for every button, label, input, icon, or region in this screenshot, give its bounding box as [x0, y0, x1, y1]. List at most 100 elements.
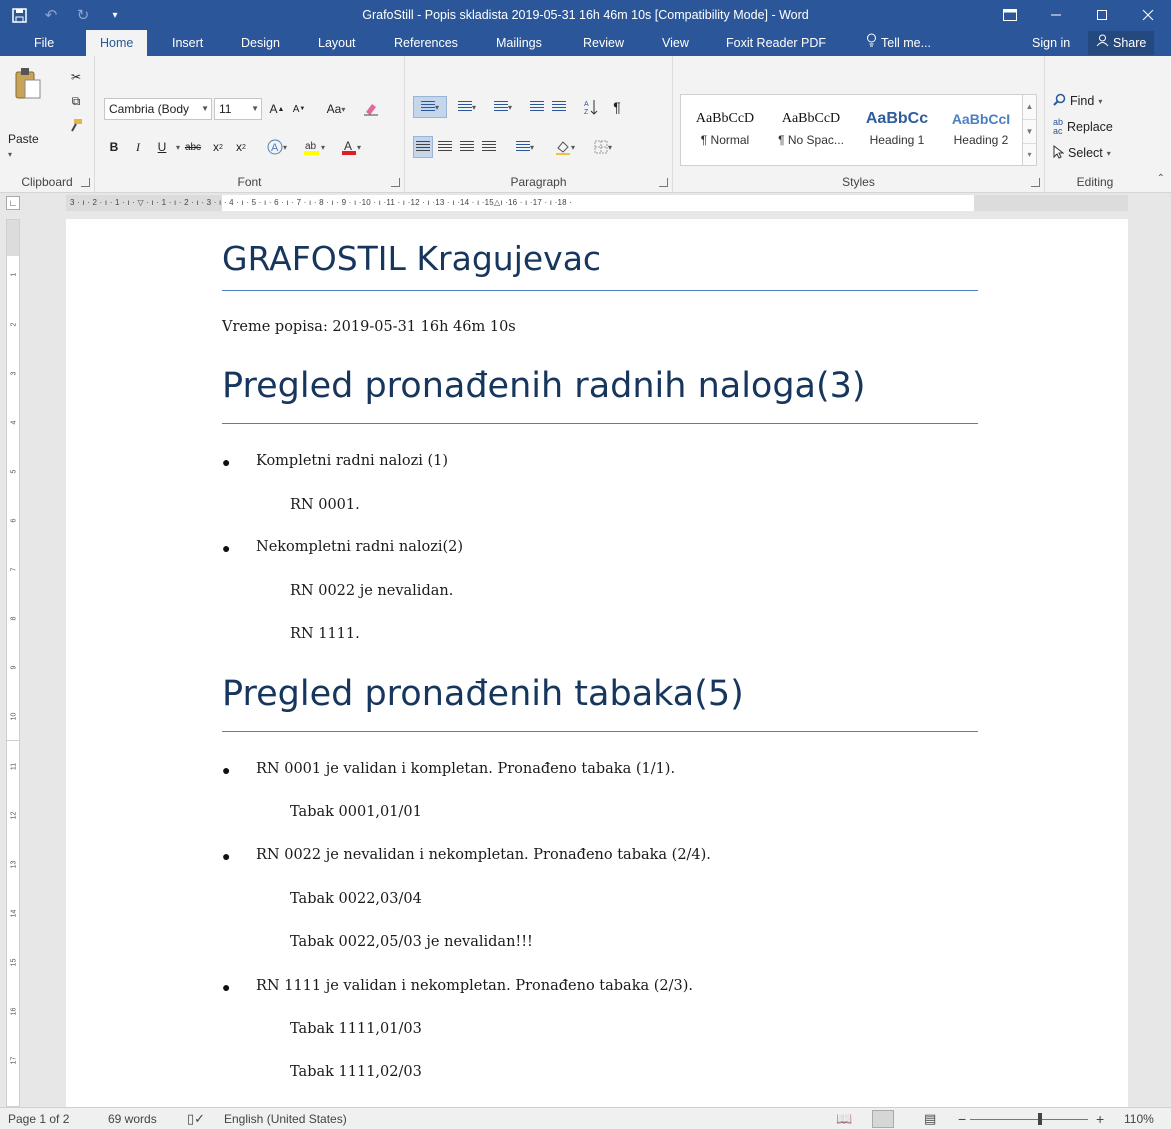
zoom-in-icon[interactable]: + — [1096, 1108, 1104, 1129]
svg-text:A: A — [271, 142, 279, 154]
save-icon[interactable] — [8, 4, 30, 26]
style-no-spacing[interactable]: AaBbCcD ¶ No Spac... — [769, 105, 853, 161]
subscript-button[interactable]: x2 — [208, 136, 228, 158]
grow-font-icon[interactable]: A ▲ — [267, 98, 287, 120]
tab-selector-icon[interactable]: ∟ — [6, 196, 20, 210]
share-button[interactable]: Share — [1088, 31, 1155, 55]
tab-design[interactable]: Design — [235, 30, 286, 56]
ribbon-display-options-icon[interactable] — [987, 0, 1033, 30]
vertical-ruler-lower[interactable]: 11 12 13 14 15 16 17 — [6, 741, 20, 1107]
format-painter-icon[interactable] — [66, 114, 86, 136]
find-button[interactable]: Find ▾ — [1053, 90, 1102, 112]
maximize-icon[interactable] — [1079, 0, 1125, 30]
tab-mailings[interactable]: Mailings — [490, 30, 548, 56]
horizontal-ruler[interactable]: 3 · ı · 2 · ı · 1 · ı · ▽ · ı · 1 · ı · … — [66, 195, 1128, 211]
customize-qat-icon[interactable]: ▾ — [104, 4, 126, 26]
tab-file[interactable]: File — [28, 30, 60, 56]
justify-icon[interactable] — [479, 136, 499, 158]
undo-icon[interactable]: ↶ — [40, 4, 62, 26]
tab-view[interactable]: View — [656, 30, 695, 56]
align-left-icon[interactable] — [413, 136, 433, 158]
word-count[interactable]: 69 words — [108, 1108, 157, 1129]
sort-icon[interactable]: AZ — [581, 96, 601, 118]
minimize-icon[interactable] — [1033, 0, 1079, 30]
zoom-level[interactable]: 110% — [1124, 1108, 1154, 1129]
select-button[interactable]: Select ▾ — [1053, 142, 1111, 164]
document-page[interactable]: GRAFOSTIL Kragujevac Vreme popisa: 2019-… — [66, 219, 1128, 741]
ribbon-home: Paste ▾ ✂ ⧉ Clipboard Cambria (Body ▼ 11 ▼ … — [0, 56, 1171, 193]
strikethrough-button[interactable]: abc — [183, 136, 203, 158]
paste-button[interactable]: Paste ▾ — [8, 132, 39, 160]
borders-button[interactable]: ▾ — [587, 136, 619, 158]
language-status[interactable]: English (United States) — [224, 1108, 347, 1129]
styles-launcher-icon[interactable] — [1031, 178, 1040, 187]
list-item: RN 0022 je nevalidan i nekompletan. Pron… — [256, 847, 711, 863]
list-subitem: Tabak 0022,03/04 — [290, 891, 422, 907]
vruler-number: 8 — [10, 616, 18, 621]
font-name-combo[interactable]: Cambria (Body ▼ — [104, 98, 212, 120]
font-color-button[interactable]: A ▾ — [335, 136, 367, 158]
show-formatting-marks-icon[interactable]: ¶ — [607, 96, 627, 118]
tab-layout[interactable]: Layout — [312, 30, 362, 56]
print-layout-icon[interactable] — [872, 1110, 894, 1128]
close-icon[interactable] — [1125, 0, 1171, 30]
sign-in-link[interactable]: Sign in — [1032, 30, 1070, 56]
zoom-out-icon[interactable]: − — [958, 1108, 966, 1129]
status-bar: Page 1 of 2 69 words ▯✓ English (United … — [0, 1107, 1171, 1129]
highlight-color-button[interactable]: ab ▾ — [297, 136, 331, 158]
vruler-number: 1 — [10, 272, 18, 277]
list-subitem: RN 0022 je nevalidan. — [290, 583, 454, 599]
web-layout-icon[interactable]: ▤ — [924, 1108, 936, 1129]
clear-formatting-icon[interactable] — [361, 98, 381, 120]
redo-icon[interactable]: ↻ — [72, 4, 94, 26]
gallery-more-icon[interactable]: ▾ — [1023, 143, 1036, 165]
shading-button[interactable]: ▾ — [549, 136, 581, 158]
tell-me-box[interactable]: Tell me... — [866, 30, 931, 56]
document-page-lower[interactable]: ● RN 0001 je validan i kompletan. Pronađ… — [66, 741, 1128, 1107]
font-launcher-icon[interactable] — [391, 178, 400, 187]
style-normal-name: ¶ Normal — [700, 133, 750, 147]
zoom-slider-track[interactable] — [970, 1119, 1088, 1120]
tab-references[interactable]: References — [388, 30, 464, 56]
increase-indent-icon[interactable] — [549, 96, 569, 118]
style-heading-1[interactable]: AaBbCc Heading 1 — [855, 105, 939, 161]
read-mode-icon[interactable]: 📖 — [836, 1108, 852, 1129]
shrink-font-icon[interactable]: A ▼ — [289, 98, 309, 120]
tab-insert[interactable]: Insert — [166, 30, 209, 56]
change-case-button[interactable]: Aa ▾ — [321, 98, 351, 120]
tab-review[interactable]: Review — [577, 30, 630, 56]
collapse-ribbon-icon[interactable]: ⌃ — [1157, 173, 1165, 184]
gallery-down-icon[interactable]: ▼ — [1023, 119, 1036, 143]
vruler-number: 6 — [10, 518, 18, 523]
zoom-slider-thumb[interactable] — [1038, 1113, 1042, 1125]
cut-icon[interactable]: ✂ — [66, 66, 86, 88]
italic-button[interactable]: I — [128, 136, 148, 158]
clipboard-launcher-icon[interactable] — [81, 178, 90, 187]
bullet-icon: ● — [222, 979, 231, 995]
font-size-combo[interactable]: 11 ▼ — [214, 98, 262, 120]
text-effects-button[interactable]: A ▾ — [261, 136, 293, 158]
paragraph-launcher-icon[interactable] — [659, 178, 668, 187]
tab-home[interactable]: Home — [86, 30, 148, 56]
gallery-up-icon[interactable]: ▲ — [1023, 95, 1036, 119]
align-right-icon[interactable] — [457, 136, 477, 158]
superscript-button[interactable]: x2 — [231, 136, 251, 158]
copy-icon[interactable]: ⧉ — [66, 90, 86, 112]
align-center-icon[interactable] — [435, 136, 455, 158]
style-normal[interactable]: AaBbCcD ¶ Normal — [683, 105, 767, 161]
replace-button[interactable]: ab ac Replace — [1053, 116, 1113, 138]
styles-gallery-scrollbar[interactable]: ▲ ▼ ▾ — [1022, 95, 1036, 165]
vertical-ruler[interactable]: 1 2 3 4 5 6 7 8 9 10 — [6, 219, 20, 741]
decrease-indent-icon[interactable] — [527, 96, 547, 118]
lightbulb-icon — [866, 30, 877, 56]
clipboard-paste-icon[interactable] — [14, 66, 44, 99]
bullets-button[interactable]: ▾ — [413, 96, 447, 118]
tab-foxit-reader-pdf[interactable]: Foxit Reader PDF — [720, 30, 832, 56]
proofing-icon[interactable]: ▯✓ — [187, 1108, 205, 1129]
page-count[interactable]: Page 1 of 2 — [8, 1108, 69, 1129]
multilevel-list-button[interactable]: ▾ — [487, 96, 519, 118]
line-spacing-button[interactable]: ▾ — [509, 136, 541, 158]
bold-button[interactable]: B — [104, 136, 124, 158]
numbering-button[interactable]: ▾ — [451, 96, 483, 118]
style-heading-2[interactable]: AaBbCcI Heading 2 — [939, 105, 1023, 161]
